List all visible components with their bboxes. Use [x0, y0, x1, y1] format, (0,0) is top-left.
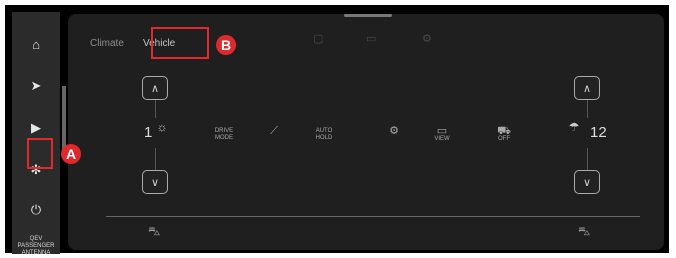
- brand-logo: QEV PASSENGER ANTENNA: [17, 236, 55, 256]
- right-divider-top: [587, 100, 588, 118]
- lane-assist-button[interactable]: ⟋: [252, 125, 296, 137]
- esc-off-icon: ⛟: [497, 125, 511, 137]
- right-divider-bottom: [587, 148, 588, 170]
- left-divider-bottom: [155, 148, 156, 170]
- auto-hold-button[interactable]: AUTO HOLD: [302, 128, 346, 142]
- left-decrease-button[interactable]: ∨: [142, 170, 168, 194]
- sidebar: ⌂ ➤ ▶ ✻ ⏻ QEV PASSENGER ANTENNA: [12, 12, 60, 256]
- esc-off-button[interactable]: ⛟ OFF: [482, 125, 526, 143]
- lane-assist-icon: ⟋: [270, 125, 278, 137]
- drag-grip[interactable]: [344, 14, 392, 17]
- wiper-icon: ☂: [568, 120, 580, 134]
- callout-badge-a: A: [61, 144, 81, 164]
- callout-box-b: [151, 27, 209, 59]
- esc-off-label: OFF: [498, 136, 510, 142]
- camera-view-icon: ▭: [436, 125, 448, 137]
- right-increase-button[interactable]: ∧: [574, 76, 600, 100]
- window-icon: ▭: [366, 33, 377, 45]
- navigation-icon[interactable]: ➤: [12, 70, 60, 102]
- fog-light-icon: ☼: [156, 120, 168, 134]
- drive-mode-button[interactable]: DRIVE MODE: [202, 128, 246, 142]
- parking-assist-button[interactable]: ⚙: [372, 125, 416, 137]
- view-button[interactable]: ▭ VIEW: [420, 125, 464, 143]
- rear-car-icon[interactable]: ⛍: [578, 224, 590, 240]
- auto-hold-label: AUTO HOLD: [315, 128, 333, 141]
- left-increase-button[interactable]: ∧: [142, 76, 168, 100]
- bottom-divider: [106, 216, 640, 217]
- callout-badge-b: B: [216, 35, 236, 55]
- right-level-value: 12: [590, 124, 607, 141]
- right-decrease-button[interactable]: ∨: [574, 170, 600, 194]
- drawer-handle[interactable]: [62, 86, 66, 150]
- settings-icon: ⚙: [422, 33, 432, 45]
- home-icon[interactable]: ⌂: [12, 28, 60, 60]
- tab-climate[interactable]: Climate: [90, 38, 124, 49]
- seat-icon: ▢: [313, 33, 324, 45]
- view-label: VIEW: [434, 136, 450, 142]
- left-divider-top: [155, 100, 156, 118]
- front-car-icon[interactable]: ⛍: [148, 224, 160, 240]
- power-icon[interactable]: ⏻: [12, 194, 60, 226]
- drive-mode-label: DRIVE MODE: [214, 128, 234, 141]
- callout-box-a: [27, 138, 53, 169]
- parking-assist-icon: ⚙: [389, 125, 399, 137]
